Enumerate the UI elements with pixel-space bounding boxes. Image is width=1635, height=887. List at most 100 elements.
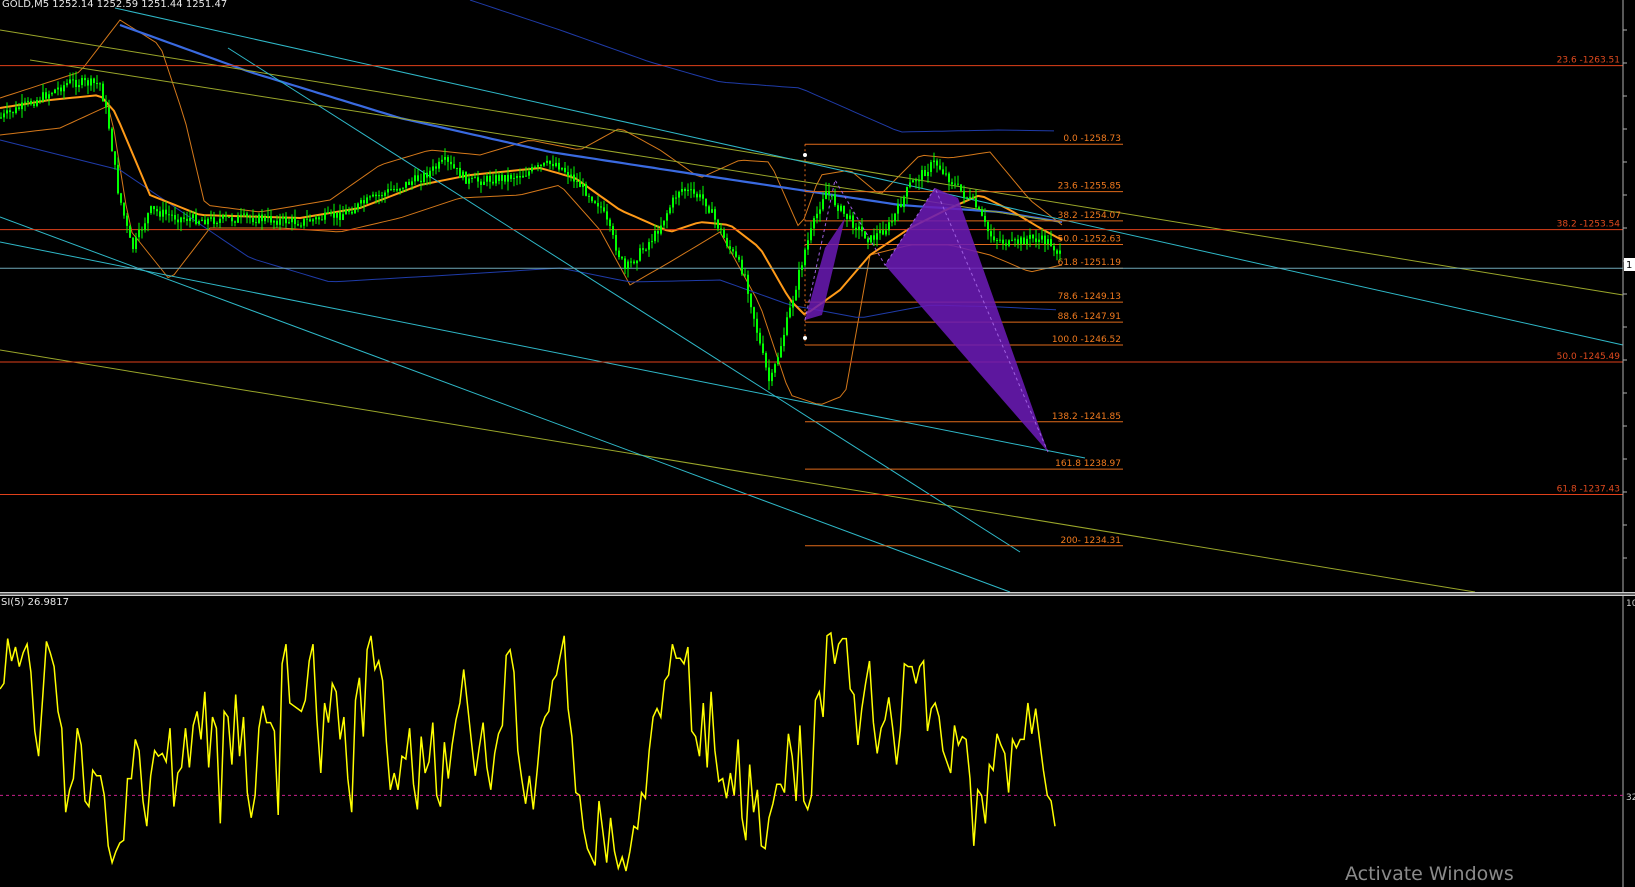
candle-body bbox=[42, 92, 44, 101]
candle-body bbox=[855, 227, 857, 231]
candle-body bbox=[234, 221, 236, 223]
candle-body bbox=[249, 216, 251, 218]
candle-body bbox=[483, 181, 485, 185]
candle-body bbox=[582, 183, 584, 188]
candle-body bbox=[357, 203, 359, 210]
candle-body bbox=[273, 220, 275, 223]
candle-body bbox=[798, 270, 800, 290]
candle-body bbox=[678, 191, 680, 198]
candle-body bbox=[840, 205, 842, 211]
candle-body bbox=[177, 219, 179, 223]
candle-body bbox=[303, 218, 305, 226]
candle-body bbox=[429, 170, 431, 178]
current-price-label: 1 bbox=[1626, 260, 1632, 271]
candle-body bbox=[999, 239, 1001, 241]
candle-body bbox=[939, 165, 941, 170]
fib-short-label-6: 88.6 -1247.91 bbox=[1058, 312, 1121, 322]
fib-short-label-9: 161.8 1238.97 bbox=[1055, 459, 1121, 469]
candle-body bbox=[975, 198, 977, 208]
candle-body bbox=[75, 79, 77, 88]
candle-body bbox=[369, 196, 371, 198]
candle-body bbox=[690, 189, 692, 191]
candle-body bbox=[633, 261, 635, 264]
candle-body bbox=[699, 194, 701, 198]
candle-body bbox=[237, 215, 239, 223]
candle-body bbox=[933, 160, 935, 163]
candle-body bbox=[831, 194, 833, 196]
candle-body bbox=[585, 183, 587, 196]
candle-body bbox=[309, 219, 311, 222]
candle-body bbox=[768, 367, 770, 382]
candle-body bbox=[783, 334, 785, 347]
candle-body bbox=[1002, 239, 1004, 244]
candle-body bbox=[912, 180, 914, 183]
candle-body bbox=[825, 191, 827, 200]
candle-body bbox=[129, 225, 131, 238]
candle-body bbox=[228, 216, 230, 218]
candle-body bbox=[684, 189, 686, 192]
candle-body bbox=[33, 104, 35, 106]
candle-body bbox=[126, 215, 128, 226]
candle-body bbox=[651, 241, 653, 243]
candle-body bbox=[891, 221, 893, 223]
fib-short-label-4: 61.8 -1251.19 bbox=[1058, 258, 1122, 268]
candle-body bbox=[558, 162, 560, 170]
candle-body bbox=[240, 214, 242, 216]
candle-body bbox=[642, 248, 644, 250]
candle-body bbox=[195, 214, 197, 224]
candle-body bbox=[183, 217, 185, 219]
candle-body bbox=[930, 162, 932, 172]
candle-body bbox=[822, 199, 824, 210]
candle-body bbox=[501, 175, 503, 181]
candle-body bbox=[111, 128, 113, 152]
candle-body bbox=[438, 161, 440, 169]
candle-body bbox=[1035, 238, 1037, 242]
candle-body bbox=[909, 182, 911, 188]
candle-body bbox=[36, 99, 38, 106]
rsi-axis-level: 32 bbox=[1626, 793, 1635, 803]
candle-body bbox=[1011, 239, 1013, 241]
candle-body bbox=[1029, 234, 1031, 239]
candle-body bbox=[453, 164, 455, 169]
candle-body bbox=[339, 212, 341, 220]
symbol-header: GOLD,M5 1252.14 1252.59 1251.44 1251.47 bbox=[2, 0, 227, 10]
candle-body bbox=[897, 204, 899, 214]
candle-body bbox=[39, 99, 41, 101]
activate-windows-watermark: Activate Windows bbox=[1345, 863, 1514, 885]
candle-body bbox=[534, 166, 536, 168]
candle-body bbox=[864, 231, 866, 239]
candle-body bbox=[612, 226, 614, 235]
candle-body bbox=[489, 175, 491, 182]
candle-body bbox=[915, 180, 917, 182]
candle-body bbox=[423, 172, 425, 183]
candle-body bbox=[351, 211, 353, 214]
candle-body bbox=[759, 332, 761, 344]
candle-body bbox=[138, 229, 140, 238]
candle-body bbox=[48, 94, 50, 99]
candle-body bbox=[1050, 239, 1052, 247]
candle-body bbox=[717, 219, 719, 229]
candle-body bbox=[117, 164, 119, 194]
candle-body bbox=[750, 293, 752, 308]
candle-body bbox=[966, 197, 968, 199]
candle-body bbox=[804, 249, 806, 266]
candle-body bbox=[492, 181, 494, 184]
candle-body bbox=[396, 189, 398, 191]
candle-body bbox=[18, 107, 20, 110]
candle-body bbox=[153, 206, 155, 210]
candle-body bbox=[456, 167, 458, 169]
fib-long-label-0: 23.6 -1263.51 bbox=[1557, 56, 1620, 66]
candle-body bbox=[996, 239, 998, 241]
candle-body bbox=[78, 85, 80, 88]
candle-body bbox=[963, 190, 965, 198]
candle-body bbox=[630, 261, 632, 263]
candle-body bbox=[777, 357, 779, 365]
candle-body bbox=[765, 353, 767, 368]
price-chart[interactable]: 23.6 -1263.51 38.2 -1253.54 50.0 -1245.49 6… bbox=[0, 0, 1635, 887]
candle-body bbox=[441, 159, 443, 162]
candle-body bbox=[84, 78, 86, 81]
candle-body bbox=[174, 215, 176, 220]
candle-body bbox=[816, 213, 818, 219]
candle-body bbox=[648, 242, 650, 250]
fib-short-label-10: 200- 1234.31 bbox=[1060, 536, 1121, 546]
